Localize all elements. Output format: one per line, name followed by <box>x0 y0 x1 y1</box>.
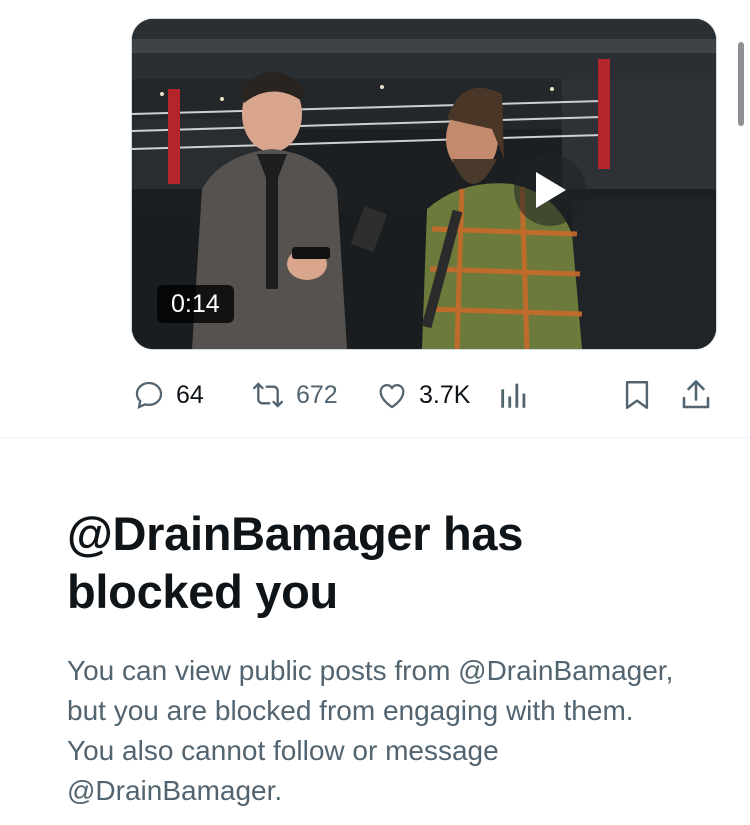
reply-count: 64 <box>176 380 204 409</box>
post-actions: 64 672 3.7K <box>0 370 750 420</box>
reply-icon <box>132 378 166 412</box>
repost-icon <box>250 378 286 412</box>
divider <box>0 437 750 438</box>
like-button[interactable]: 3.7K <box>375 370 470 420</box>
video-player[interactable]: 0:14 <box>131 18 717 350</box>
like-count: 3.7K <box>419 380 471 409</box>
repost-button[interactable]: 672 <box>250 370 338 420</box>
video-duration: 0:14 <box>157 285 234 323</box>
share-icon <box>678 377 714 413</box>
heart-icon <box>375 378 409 412</box>
play-button[interactable] <box>514 154 586 226</box>
bookmark-button[interactable] <box>620 370 654 420</box>
bookmark-icon <box>620 378 654 412</box>
repost-count: 672 <box>296 380 338 409</box>
views-button[interactable] <box>497 370 531 420</box>
reply-button[interactable]: 64 <box>132 370 204 420</box>
analytics-icon <box>497 378 531 412</box>
blocked-description: You can view public posts from @DrainBam… <box>67 655 674 806</box>
play-icon <box>536 172 566 208</box>
share-button[interactable] <box>678 370 714 420</box>
blocked-title: @DrainBamager has blocked you <box>67 507 524 618</box>
scrollbar[interactable] <box>738 42 744 126</box>
